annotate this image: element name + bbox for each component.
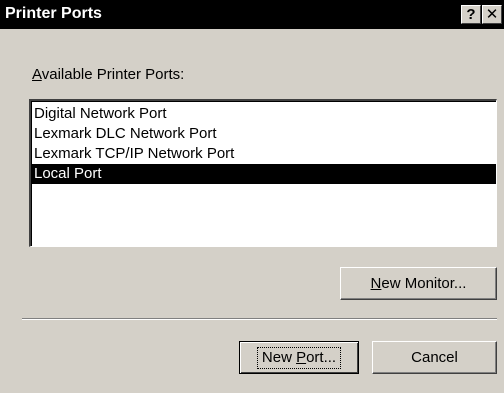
list-item-digital-network-port[interactable]: Digital Network Port [31,104,496,124]
button-label-rest: ort... [306,349,337,366]
focus-rect: New Port... [256,347,342,369]
list-item-lexmark-dlc-network-port[interactable]: Lexmark DLC Network Port [31,124,496,144]
printer-ports-dialog: Printer Ports ? ✕ Available Printer Port… [0,0,504,393]
new-monitor-button[interactable]: New Monitor... [340,267,497,300]
accelerator-key: N [370,275,382,292]
help-button[interactable]: ? [461,5,481,24]
question-mark-icon: ? [466,6,476,23]
accelerator-key: A [32,66,42,83]
list-item-local-port[interactable]: Local Port [31,164,496,184]
close-button[interactable]: ✕ [482,5,502,24]
title-bar[interactable]: Printer Ports ? ✕ [0,0,504,29]
close-icon: ✕ [485,6,499,23]
available-ports-label: Available Printer Ports: [32,66,184,83]
available-ports-listbox[interactable]: Digital Network Port Lexmark DLC Network… [29,99,497,247]
new-port-button[interactable]: New Port... [239,341,359,374]
dialog-title: Printer Ports [5,5,102,22]
label-text: vailable Printer Ports: [41,66,185,83]
cancel-button[interactable]: Cancel [372,341,497,374]
button-label-pre: New [261,349,297,366]
separator [22,318,497,320]
accelerator-key: P [296,349,307,366]
list-item-lexmark-tcpip-network-port[interactable]: Lexmark TCP/IP Network Port [31,144,496,164]
button-label: ew Monitor... [381,275,467,292]
